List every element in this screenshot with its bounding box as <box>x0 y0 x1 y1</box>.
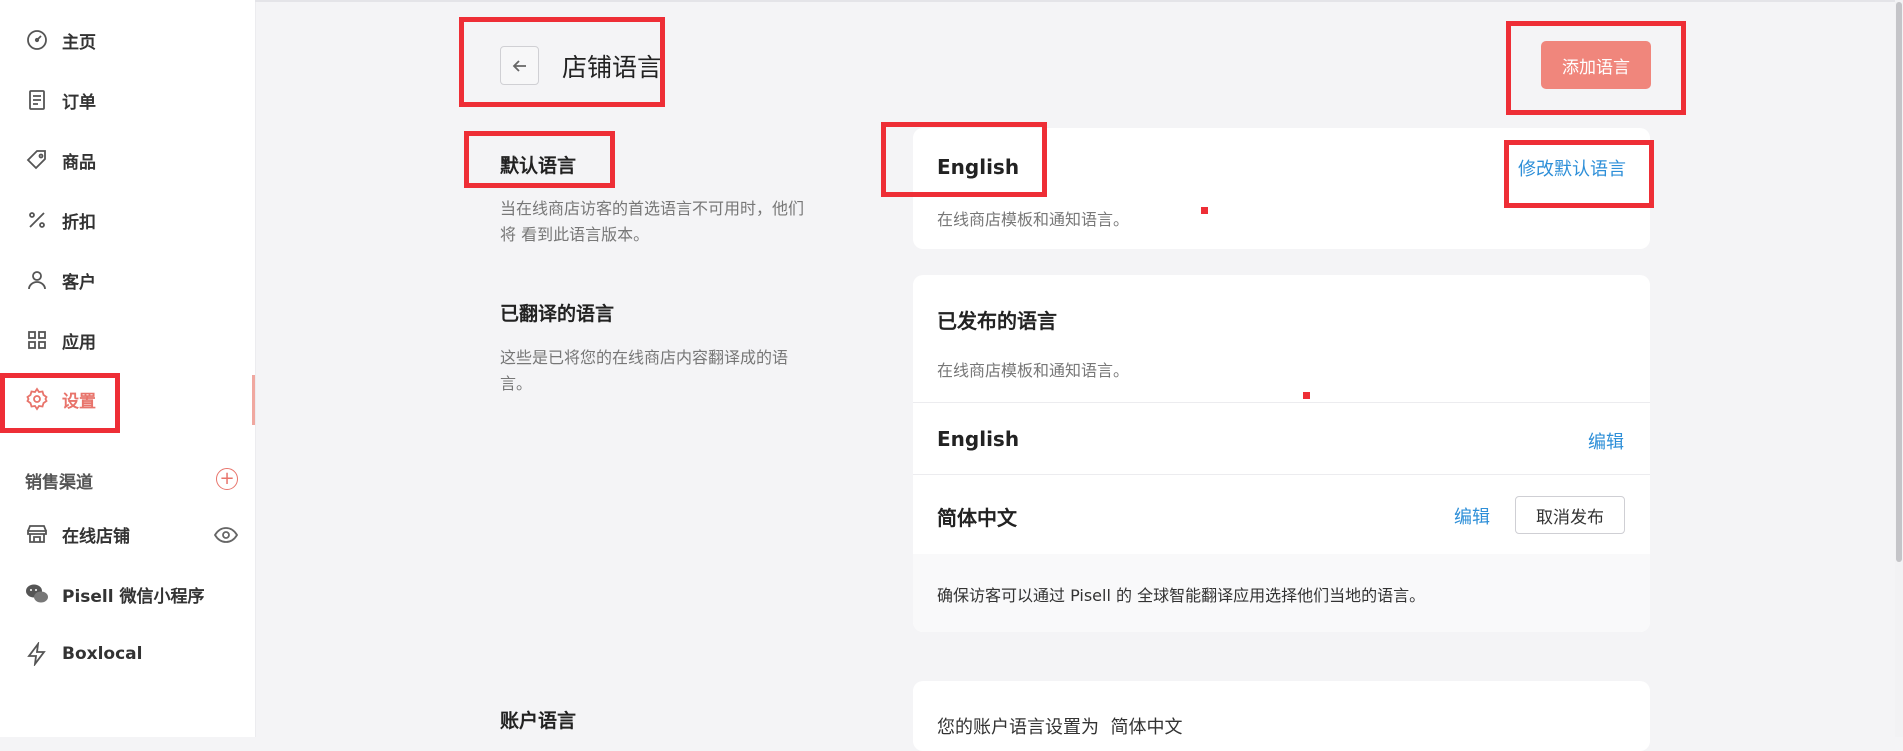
wechat-icon <box>24 581 50 607</box>
translated-languages-desc-line1: 这些是已将您的在线商店内容翻译成的语 <box>500 348 789 367</box>
edit-chinese-link[interactable]: 编辑 <box>1454 503 1490 529</box>
default-language-value: English <box>937 155 1020 179</box>
apps-icon <box>24 327 50 353</box>
edit-english-link[interactable]: 编辑 <box>1588 428 1624 454</box>
sidebar-item-apps[interactable]: 应用 <box>24 322 244 358</box>
sidebar-item-online-store[interactable]: 在线店铺 <box>24 516 244 552</box>
add-language-button[interactable]: 添加语言 <box>1541 41 1651 89</box>
sidebar-item-label: 订单 <box>62 92 96 113</box>
sidebar: 主页 订单 商品 折扣 客户 应用 设置 销售渠道 + 在线店铺 Pisell … <box>0 0 256 737</box>
language-name: 简体中文 <box>937 506 1017 530</box>
lightning-icon <box>24 641 50 667</box>
translation-tip-text: 确保访客可以通过 Pisell 的 全球智能翻译应用选择他们当地的语言。 <box>937 586 1426 605</box>
sidebar-item-home[interactable]: 主页 <box>24 22 244 58</box>
divider <box>913 474 1650 475</box>
sidebar-item-label: 设置 <box>62 391 96 412</box>
default-language-desc-line2: 将 看到此语言版本。 <box>500 225 650 244</box>
top-border <box>255 0 1903 2</box>
account-language-text: 您的账户语言设置为 简体中文 <box>937 717 1183 738</box>
change-default-language-link[interactable]: 修改默认语言 <box>1518 155 1626 181</box>
store-icon <box>24 521 50 547</box>
sidebar-item-label: 主页 <box>62 32 96 53</box>
sidebar-item-discounts[interactable]: 折扣 <box>24 202 244 238</box>
sidebar-item-boxlocal[interactable]: Boxlocal <box>24 636 244 672</box>
sidebar-item-label: 应用 <box>62 332 96 353</box>
sidebar-item-orders[interactable]: 订单 <box>24 82 244 118</box>
default-language-card: English 在线商店模板和通知语言。 修改默认语言 <box>913 128 1650 249</box>
sidebar-item-label: 在线店铺 <box>62 526 130 547</box>
scrollbar-thumb[interactable] <box>1896 2 1902 562</box>
sidebar-item-label: Boxlocal <box>62 644 143 664</box>
annotation-dot <box>1201 207 1208 214</box>
eye-icon[interactable] <box>213 526 239 548</box>
published-languages-desc: 在线商店模板和通知语言。 <box>937 361 1130 380</box>
add-channel-icon[interactable]: + <box>216 468 238 490</box>
divider <box>913 402 1650 403</box>
user-icon <box>24 267 50 293</box>
sidebar-item-settings[interactable]: 设置 <box>24 381 244 417</box>
default-language-card-desc: 在线商店模板和通知语言。 <box>937 210 1130 229</box>
unpublish-button[interactable]: 取消发布 <box>1515 496 1625 534</box>
account-language-title: 账户语言 <box>500 710 577 732</box>
translated-languages-desc-line2: 言。 <box>500 374 533 393</box>
sidebar-item-products[interactable]: 商品 <box>24 142 244 178</box>
arrow-left-icon <box>512 59 526 72</box>
sidebar-item-label: 折扣 <box>62 212 96 233</box>
percent-icon <box>24 207 50 233</box>
receipt-icon <box>24 87 50 113</box>
gear-icon <box>24 386 50 412</box>
sidebar-item-label: Pisell 微信小程序 <box>62 586 205 607</box>
translated-languages-title: 已翻译的语言 <box>500 303 615 325</box>
active-indicator <box>252 375 255 425</box>
account-language-card: 您的账户语言设置为 简体中文 <box>913 681 1650 751</box>
tag-icon <box>24 147 50 173</box>
sidebar-item-label: 商品 <box>62 152 96 173</box>
sales-channels-label: 销售渠道 <box>25 473 93 493</box>
scrollbar[interactable] <box>1895 0 1903 737</box>
default-language-desc-line1: 当在线商店访客的首选语言不可用时，他们 <box>500 199 805 218</box>
annotation-dot <box>1303 392 1310 399</box>
sidebar-item-customers[interactable]: 客户 <box>24 262 244 298</box>
translation-tip-box: 确保访客可以通过 Pisell 的 全球智能翻译应用选择他们当地的语言。 <box>913 554 1650 632</box>
sidebar-item-wechat-miniapp[interactable]: Pisell 微信小程序 <box>24 576 244 612</box>
language-name: English <box>937 427 1020 451</box>
default-language-title: 默认语言 <box>500 155 577 177</box>
published-languages-card: 已发布的语言 在线商店模板和通知语言。 English 编辑 简体中文 编辑 取… <box>913 275 1650 632</box>
dashboard-icon <box>24 27 50 53</box>
page-title: 店铺语言 <box>562 53 663 82</box>
back-button[interactable] <box>500 46 539 85</box>
sidebar-item-label: 客户 <box>62 272 96 293</box>
published-languages-title: 已发布的语言 <box>937 309 1057 333</box>
